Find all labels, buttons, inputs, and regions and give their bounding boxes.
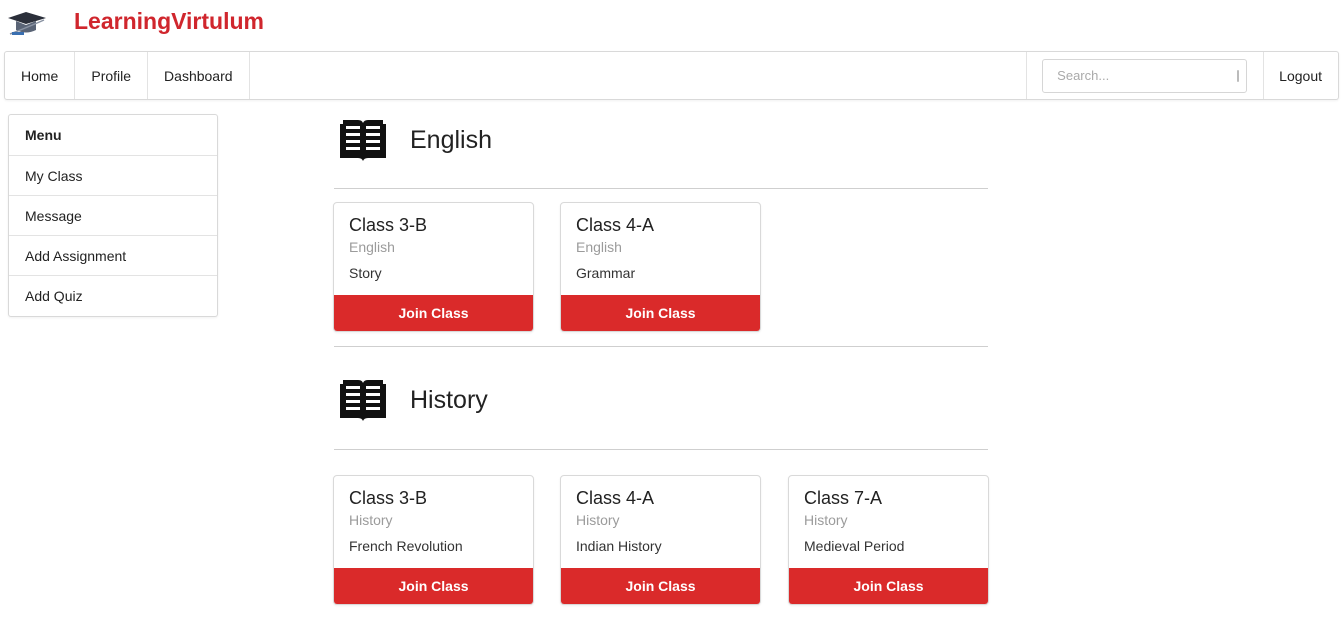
class-card: Class 3-B History French Revolution Join… [333,475,534,605]
nav-home[interactable]: Home [5,52,76,99]
class-title: Class 3-B [349,488,428,508]
open-book-icon [340,120,386,161]
graduation-cap-logo-icon [8,12,46,35]
search-container [1026,52,1263,99]
brand-logo[interactable] [6,6,48,40]
sidebar-menu: Menu My Class Message Add Assignment Add… [8,114,218,317]
section-title-history: History [410,385,488,414]
class-subject: History [804,512,848,528]
nav-profile[interactable]: Profile [75,52,149,99]
class-title: Class 3-B [349,215,428,235]
class-topic: Medieval Period [804,538,905,554]
section-divider [334,188,988,189]
class-topic: Indian History [576,538,662,554]
search-icon[interactable] [1237,69,1240,82]
section-header-history: History [336,374,488,426]
section-divider [334,449,988,450]
section-divider [334,346,988,347]
class-subject: English [349,239,395,255]
nav-links: Home Profile Dashboard [5,52,250,99]
class-subject: English [576,239,622,255]
class-topic: Story [349,265,382,281]
top-navbar: Home Profile Dashboard Logout [4,51,1339,100]
class-card: Class 4-A English Grammar Join Class [560,202,761,332]
sidebar-item-my-class[interactable]: My Class [9,156,217,196]
class-card: Class 4-A History Indian History Join Cl… [560,475,761,605]
join-class-button[interactable]: Join Class [334,295,533,331]
class-title: Class 7-A [804,488,883,508]
nav-dashboard[interactable]: Dashboard [148,52,250,99]
section-title-english: English [410,125,492,154]
logout-button[interactable]: Logout [1263,52,1338,99]
join-class-button[interactable]: Join Class [561,568,760,604]
class-topic: Grammar [576,265,636,281]
join-class-button[interactable]: Join Class [561,295,760,331]
search-box[interactable] [1042,58,1248,93]
class-title: Class 4-A [576,488,655,508]
class-subject: History [349,512,393,528]
join-class-button[interactable]: Join Class [334,568,533,604]
class-card: Class 3-B English Story Join Class [333,202,534,332]
sidebar-item-add-assignment[interactable]: Add Assignment [9,236,217,276]
class-topic: French Revolution [349,538,463,554]
sidebar-item-message[interactable]: Message [9,196,217,236]
class-subject: History [576,512,620,528]
sidebar-item-add-quiz[interactable]: Add Quiz [9,276,217,316]
class-card: Class 7-A History Medieval Period Join C… [788,475,989,605]
join-class-button[interactable]: Join Class [789,568,988,604]
brand-name[interactable]: LearningVirtulum [74,8,264,35]
sidebar-header: Menu [9,115,217,156]
section-header-english: English [336,114,492,166]
open-book-icon [340,380,386,421]
search-input[interactable] [1057,68,1234,83]
class-title: Class 4-A [576,215,655,235]
